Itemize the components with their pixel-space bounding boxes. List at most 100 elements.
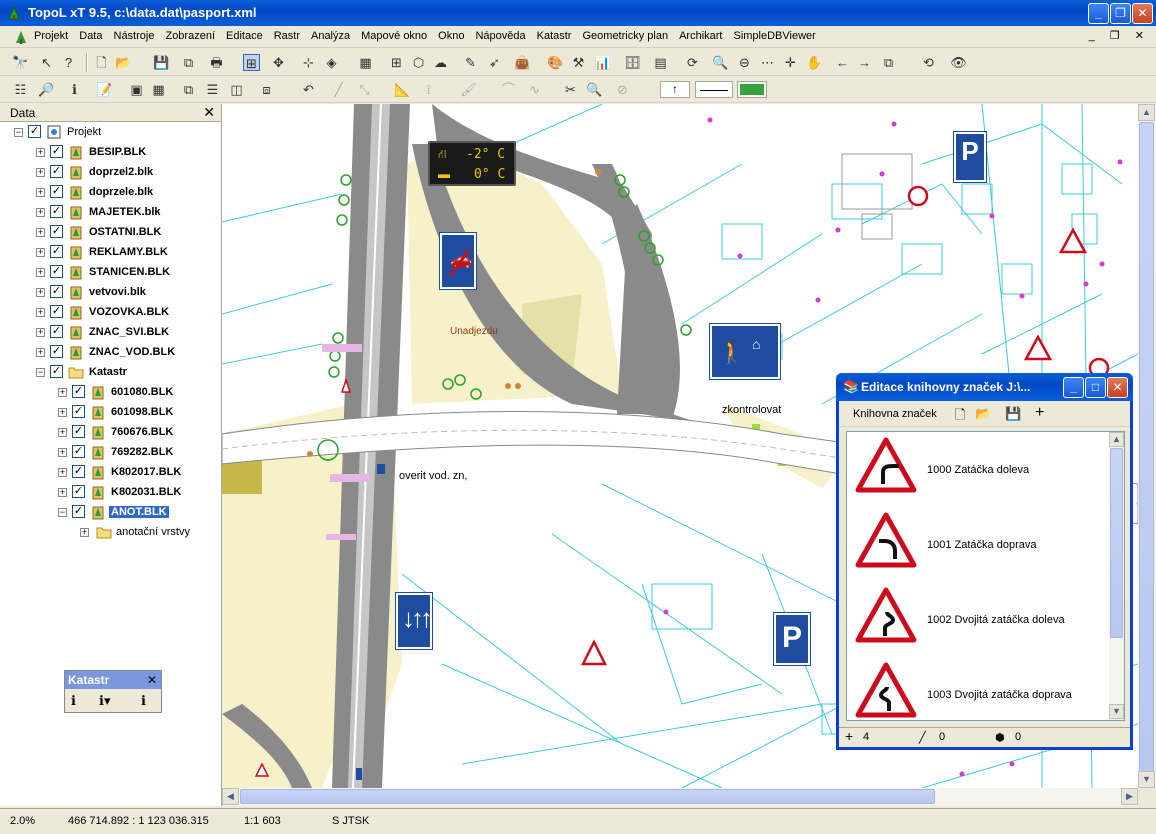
expand-icon[interactable]: + — [36, 348, 45, 357]
zoom-out-icon[interactable]: ⊖ — [736, 54, 753, 71]
cascade-icon[interactable]: ⧉ — [180, 81, 197, 98]
parcel-select-icon[interactable]: ℹ▾ — [99, 693, 110, 709]
close-button[interactable]: ✕ — [1132, 3, 1153, 24]
expand-icon[interactable]: + — [36, 288, 45, 297]
layer-checkbox[interactable]: ✓ — [50, 265, 63, 278]
panel-icon[interactable]: ▣ — [128, 81, 145, 98]
search-map-icon[interactable]: 🔎 — [38, 81, 55, 98]
sign-list-scrollbar[interactable]: ▲ ▼ — [1109, 432, 1124, 720]
sign-item[interactable]: 1001 Zatáčka doprava — [847, 507, 1109, 582]
expand-icon[interactable]: + — [36, 308, 45, 317]
menu-item[interactable]: Okno — [438, 30, 469, 42]
print-icon[interactable]: 🖶 — [208, 54, 225, 71]
bag-icon[interactable]: 👜 — [514, 54, 531, 71]
menu-item[interactable]: Archikart — [679, 30, 727, 42]
expand-icon[interactable]: + — [58, 448, 67, 457]
save-library-icon[interactable]: 💾 — [1005, 406, 1021, 422]
list-scroll-up[interactable]: ▲ — [1109, 432, 1124, 447]
menu-item[interactable]: Data — [79, 30, 107, 42]
legend-icon[interactable]: ☷ — [12, 81, 29, 98]
layer-checkbox[interactable]: ✓ — [72, 485, 85, 498]
layer-checkbox[interactable]: ✓ — [72, 505, 85, 518]
crosshair-icon[interactable]: ✛ — [782, 54, 799, 71]
panel-grid-icon[interactable]: ▦ — [150, 81, 167, 98]
zoom-window-icon[interactable]: ⋯ — [759, 54, 776, 71]
layer-checkbox[interactable]: ✓ — [28, 125, 41, 138]
layer-checkbox[interactable]: ✓ — [50, 365, 63, 378]
layer-checkbox[interactable]: ✓ — [72, 445, 85, 458]
eye-icon[interactable]: 👁 — [950, 54, 967, 71]
menu-item[interactable]: Analýza — [311, 30, 355, 42]
menu-item[interactable]: Zobrazení — [165, 30, 220, 42]
expand-icon[interactable]: + — [58, 468, 67, 477]
arrow-up-style[interactable]: ↑ — [660, 81, 690, 98]
database-icon[interactable]: 🗄 — [624, 54, 641, 71]
restore-button[interactable]: ❐ — [1110, 3, 1131, 24]
layer-checkbox[interactable]: ✓ — [50, 325, 63, 338]
expand-icon[interactable]: + — [58, 488, 67, 497]
save-icon[interactable]: 💾 — [153, 54, 170, 71]
layer-stack-icon[interactable]: ⧈ — [258, 81, 275, 98]
collapse-icon[interactable]: − — [14, 128, 23, 137]
expand-icon[interactable]: + — [58, 428, 67, 437]
layer-checkbox[interactable]: ✓ — [50, 225, 63, 238]
mdi-window-buttons[interactable]: _ ❐ ✕ — [1089, 29, 1150, 42]
dialog-close-button[interactable]: ✕ — [1107, 377, 1128, 398]
layer-checkbox[interactable]: ✓ — [50, 345, 63, 358]
tile-v-icon[interactable]: ◫ — [228, 81, 245, 98]
expand-icon[interactable]: + — [36, 228, 45, 237]
arc-icon[interactable]: ⌒ — [500, 81, 517, 98]
line-draw-icon[interactable]: ╱ — [330, 81, 347, 98]
new-sign-icon[interactable]: 🗋 — [955, 406, 965, 428]
menu-item[interactable]: Rastr — [274, 30, 305, 42]
grid-icon[interactable]: ⊞ — [388, 54, 405, 71]
pan-tool-icon[interactable]: ✥ — [270, 54, 287, 71]
sign-item[interactable]: 1003 Dvojitá zatáčka doprava — [847, 657, 1109, 720]
binoculars-icon[interactable]: 🔭 — [12, 54, 29, 71]
layer-checkbox[interactable]: ✓ — [50, 185, 63, 198]
hand-icon[interactable]: ✋ — [806, 54, 823, 71]
layer-checkbox[interactable]: ✓ — [72, 405, 85, 418]
sign-item[interactable]: 1000 Zatáčka doleva — [847, 432, 1109, 507]
layer-checkbox[interactable]: ✓ — [50, 245, 63, 258]
menu-item[interactable]: SimpleDBViewer — [733, 30, 820, 42]
layer-checkbox[interactable]: ✓ — [72, 465, 85, 478]
layer-checkbox[interactable]: ✓ — [72, 425, 85, 438]
menu-item[interactable]: Geometricky plan — [582, 30, 673, 42]
expand-icon[interactable]: + — [36, 268, 45, 277]
add-sign-icon[interactable]: + — [1035, 404, 1044, 422]
expand-icon[interactable]: + — [80, 528, 89, 537]
expand-icon[interactable]: + — [58, 388, 67, 397]
layer-checkbox[interactable]: ✓ — [50, 205, 63, 218]
line-style-box[interactable] — [695, 81, 733, 98]
menu-item[interactable]: Nástroje — [114, 30, 160, 42]
polygon-icon[interactable]: ⬡ — [410, 54, 427, 71]
scroll-down-arrow[interactable]: ▼ — [1138, 771, 1155, 788]
katastr-close-icon[interactable]: ✕ — [147, 673, 157, 687]
expand-icon[interactable]: + — [36, 248, 45, 257]
horizontal-scrollbar[interactable]: ◀ ▶ — [222, 788, 1138, 806]
curve-icon[interactable]: ∿ — [526, 81, 543, 98]
menu-item[interactable]: Mapové okno — [361, 30, 432, 42]
open-folder-icon[interactable]: 📂 — [115, 54, 132, 71]
properties-icon[interactable]: 📝 — [96, 81, 113, 98]
measure-icon[interactable]: 📐 — [394, 81, 411, 98]
menu-item[interactable]: Editace — [226, 30, 268, 42]
dialog-minimize-button[interactable]: _ — [1063, 377, 1084, 398]
split-icon[interactable]: ⤡ — [356, 81, 373, 98]
table-icon[interactable]: ▤ — [652, 54, 669, 71]
expand-icon[interactable]: + — [58, 408, 67, 417]
layer-checkbox[interactable]: ✓ — [50, 145, 63, 158]
fill-color-box[interactable] — [737, 81, 767, 98]
magnifier-icon[interactable]: 🔍 — [586, 81, 603, 98]
parcel-info-icon[interactable]: ℹ — [71, 693, 76, 709]
zoom-in-icon[interactable]: 🔍 — [712, 54, 729, 71]
identify-icon[interactable]: ? — [60, 54, 77, 71]
sign-item[interactable]: 1002 Dvojitá zatáčka doleva — [847, 582, 1109, 657]
tile-h-icon[interactable]: ☰ — [204, 81, 221, 98]
menu-item[interactable]: Projekt — [34, 30, 73, 42]
back-arrow-icon[interactable]: ← — [834, 54, 851, 71]
vertical-scrollbar[interactable]: ▲ ▼ — [1138, 104, 1156, 788]
raster-icon[interactable]: ▦ — [357, 54, 374, 71]
menu-item[interactable]: Katastr — [537, 30, 577, 42]
